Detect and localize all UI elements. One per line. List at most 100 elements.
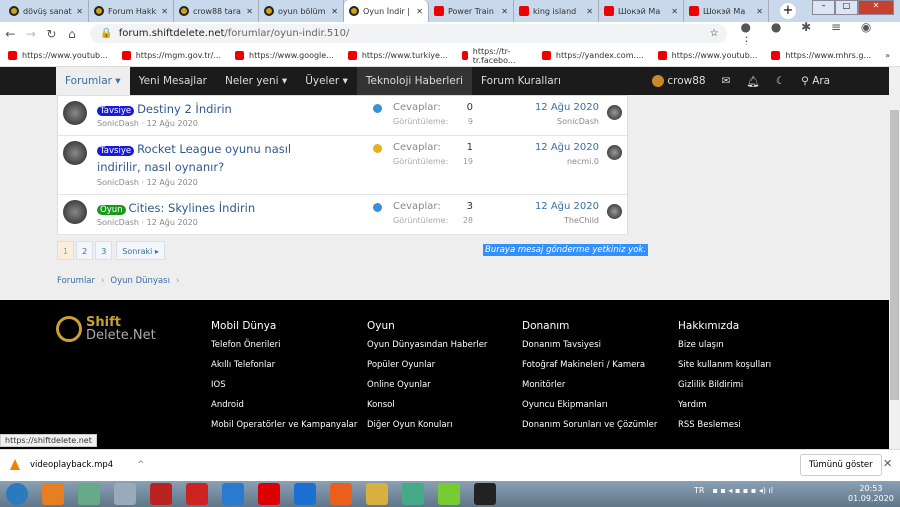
user-menu[interactable]: crow88 xyxy=(652,75,706,87)
footer-link[interactable]: Gizlilik Bildirimi xyxy=(678,380,771,400)
footer-link[interactable]: Akıllı Telefonlar xyxy=(211,360,357,380)
footer-link[interactable]: IOS xyxy=(211,380,357,400)
footer-link[interactable]: Popüler Oyunlar xyxy=(367,360,487,380)
close-tab-icon[interactable]: ✕ xyxy=(246,7,253,16)
author-avatar[interactable] xyxy=(63,101,87,125)
minimize-button[interactable]: – xyxy=(812,0,835,15)
nav-neler-yeni[interactable]: Neler yeni ▾ xyxy=(216,67,296,95)
browser-tab[interactable]: Forum Hakkı ✕ xyxy=(89,0,174,22)
footer-link[interactable]: Mobil Operatörler ve Kampanyalar xyxy=(211,420,357,440)
moon-icon[interactable]: ☾ xyxy=(776,75,785,87)
clock[interactable]: 20:53 01.09.2020 xyxy=(848,484,894,504)
footer-link[interactable]: Oyun Dünyasından Haberler xyxy=(367,340,487,360)
footer-link[interactable]: Monitörler xyxy=(522,380,657,400)
breadcrumb-forumlar[interactable]: Forumlar xyxy=(57,276,95,286)
bookmark[interactable]: https://yandex.com.... xyxy=(541,51,644,60)
last-post-date[interactable]: 12 Ağu 2020 xyxy=(535,201,599,212)
chevron-up-icon[interactable]: ^ xyxy=(137,460,144,470)
close-tab-icon[interactable]: ✕ xyxy=(586,7,593,16)
last-post-date[interactable]: 12 Ağu 2020 xyxy=(535,142,599,153)
prefix-label[interactable]: Tavsiye xyxy=(97,106,135,116)
nav-forumlar[interactable]: Forumlar ▾ xyxy=(56,67,130,95)
bookmark[interactable]: https://www.turkiye... xyxy=(347,51,448,60)
new-tab-button[interactable]: + xyxy=(780,3,796,19)
download-item[interactable]: videoplayback.mp4 ^ xyxy=(10,459,144,470)
footer-link[interactable]: Bize ulaşın xyxy=(678,340,771,360)
footer-link[interactable]: Online Oyunlar xyxy=(367,380,487,400)
browser-tab[interactable]: Шокэй Ма ✕ xyxy=(599,0,684,22)
browser-tab[interactable]: Oyun İndir | ✕ xyxy=(344,0,429,22)
nav-uyeler[interactable]: Üyeler ▾ xyxy=(296,67,357,95)
chrome-taskbar-icon[interactable] xyxy=(402,483,424,505)
footer-link[interactable]: Konsol xyxy=(367,400,487,420)
close-tab-icon[interactable]: ✕ xyxy=(416,7,423,16)
last-poster-avatar[interactable] xyxy=(607,204,622,219)
footer-link[interactable]: Yardım xyxy=(678,400,771,420)
search-button[interactable]: ⚲ Ara xyxy=(801,75,830,87)
author-avatar[interactable] xyxy=(63,200,87,224)
footer-link[interactable]: Oyuncu Ekipmanları xyxy=(522,400,657,420)
extension-icons[interactable]: ● ● ✱ ≡ ◉ ⋮ xyxy=(741,20,900,48)
forward-icon[interactable]: → xyxy=(21,27,42,41)
paint-taskbar-icon[interactable] xyxy=(78,483,100,505)
epic-taskbar-icon[interactable] xyxy=(474,483,496,505)
footer-link[interactable]: Android xyxy=(211,400,357,420)
footer-link[interactable]: RSS Beslemesi xyxy=(678,420,771,440)
footer-link[interactable]: Fotoğraf Makineleri / Kamera xyxy=(522,360,657,380)
opera-taskbar-icon[interactable] xyxy=(258,483,280,505)
author-avatar[interactable] xyxy=(63,141,87,165)
thread-author[interactable]: SonicDash xyxy=(97,119,139,128)
shiftdelete-logo[interactable]: Shift Delete.Net xyxy=(56,316,156,342)
page-1[interactable]: 1 xyxy=(57,241,75,260)
bookmark[interactable]: https://mgm.gov.tr/... xyxy=(121,51,221,60)
tray-icons[interactable]: ▪ ▪ ◂ ▪ ▪ ▪ ◂) ıl xyxy=(712,486,773,495)
last-post-date[interactable]: 12 Ağu 2020 xyxy=(535,102,599,113)
close-window-button[interactable]: ✕ xyxy=(858,0,894,15)
explorer-taskbar-icon[interactable] xyxy=(366,483,388,505)
browser-tab[interactable]: Power Train ✕ xyxy=(429,0,514,22)
notes-taskbar-icon[interactable] xyxy=(114,483,136,505)
prefix-label[interactable]: Tavsiye xyxy=(97,146,135,156)
thread-title[interactable]: Tavsiye Rocket League oyunu nasıl indiril… xyxy=(97,141,337,175)
maxthon-taskbar-icon[interactable] xyxy=(294,483,316,505)
more-bookmarks-icon[interactable]: » xyxy=(885,51,890,60)
bookmark[interactable]: https://www.google... xyxy=(235,51,334,60)
url-input[interactable]: 🔒 forum.shiftdelete.net/forumlar/oyun-ind… xyxy=(90,24,727,43)
app-taskbar-icon[interactable] xyxy=(150,483,172,505)
bookmark[interactable]: https://www.mhrs.g... xyxy=(771,51,871,60)
vivaldi-taskbar-icon[interactable] xyxy=(186,483,208,505)
last-post-user[interactable]: SonicDash xyxy=(557,117,599,126)
browser-tab[interactable]: dövüş sanatı ✕ xyxy=(4,0,89,22)
app2-taskbar-icon[interactable] xyxy=(438,483,460,505)
thread-title[interactable]: Tavsiye Destiny 2 İndirin xyxy=(97,101,337,119)
media-taskbar-icon[interactable] xyxy=(42,483,64,505)
bookmark[interactable]: https://www.youtub... xyxy=(657,51,757,60)
show-all-button[interactable]: Tümünü göster xyxy=(800,454,882,476)
last-poster-avatar[interactable] xyxy=(607,105,622,120)
footer-link[interactable]: Donanım Sorunları ve Çözümler xyxy=(522,420,657,440)
last-poster-avatar[interactable] xyxy=(607,145,622,160)
close-tab-icon[interactable]: ✕ xyxy=(76,7,83,16)
start-taskbar-icon[interactable] xyxy=(6,483,28,505)
nav-teknoloji-haberleri[interactable]: Teknoloji Haberleri xyxy=(356,67,473,95)
nav-forum-kurallari[interactable]: Forum Kuralları xyxy=(472,67,570,95)
footer-link[interactable]: Diğer Oyun Konuları xyxy=(367,420,487,440)
maximize-button[interactable]: □ xyxy=(835,0,858,15)
next-page-button[interactable]: Sonraki ▸ xyxy=(116,241,165,260)
nav-yeni-mesajlar[interactable]: Yeni Mesajlar xyxy=(130,67,216,95)
footer-link[interactable]: Telefon Önerileri xyxy=(211,340,357,360)
scrollbar-thumb[interactable] xyxy=(890,110,899,400)
thread-author[interactable]: SonicDash xyxy=(97,218,139,227)
browser-tab[interactable]: oyun bölüm ✕ xyxy=(259,0,344,22)
close-tab-icon[interactable]: ✕ xyxy=(161,7,168,16)
star-icon[interactable]: ☆ xyxy=(710,28,719,39)
footer-link[interactable]: Site kullanım koşulları xyxy=(678,360,771,380)
breadcrumb-oyun-dunyasi[interactable]: Oyun Dünyası xyxy=(110,276,170,286)
footer-link[interactable]: Donanım Tavsiyesi xyxy=(522,340,657,360)
page-2[interactable]: 2 xyxy=(76,241,94,260)
page-3[interactable]: 3 xyxy=(95,241,113,260)
inbox-icon[interactable]: ✉ xyxy=(722,75,731,87)
home-icon[interactable]: ⌂ xyxy=(62,27,83,41)
ie-taskbar-icon[interactable] xyxy=(222,483,244,505)
last-post-user[interactable]: TheChild xyxy=(564,216,599,225)
